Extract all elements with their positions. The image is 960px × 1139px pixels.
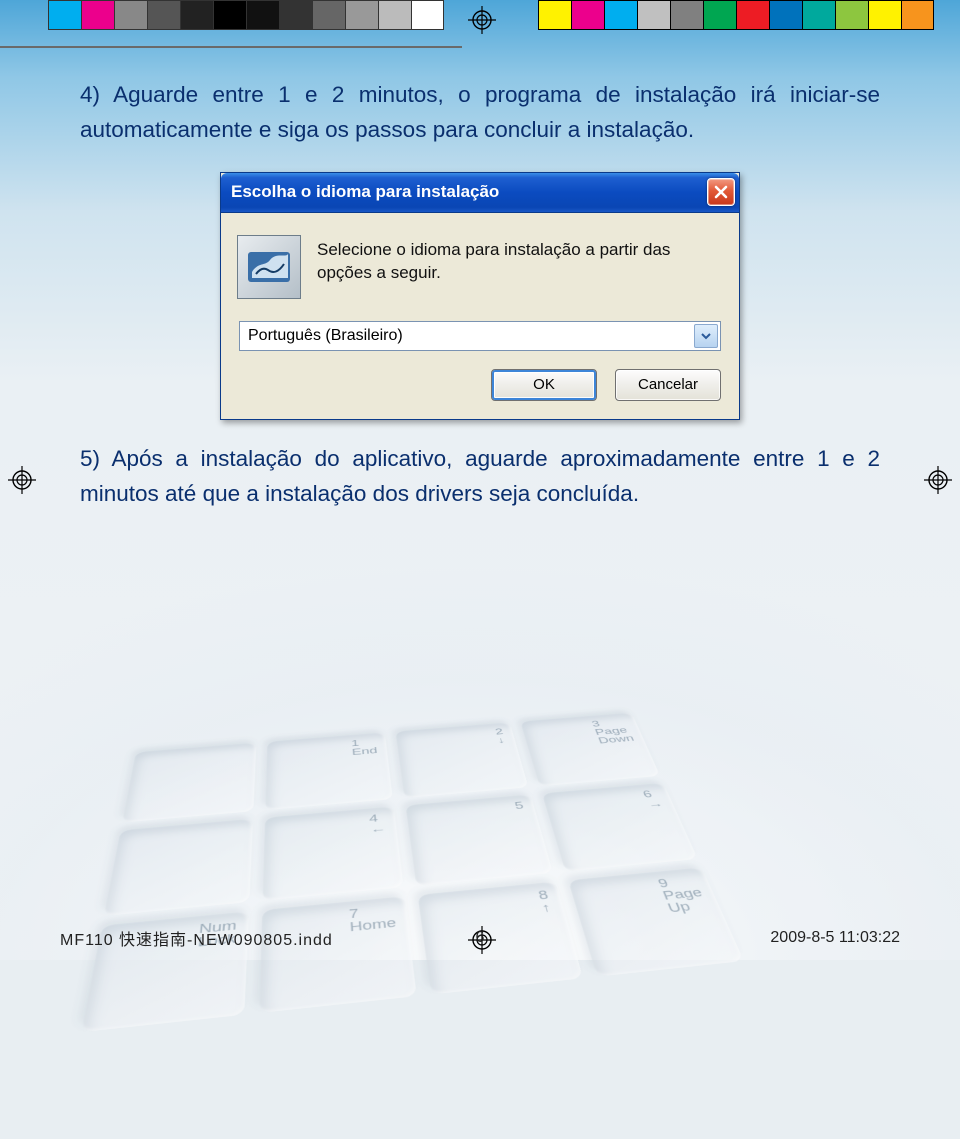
dialog-titlebar: Escolha o idioma para instalação — [221, 173, 739, 213]
print-colorbar-left — [48, 0, 444, 32]
screenshot-wrap: Escolha o idioma para instalação Selecio… — [80, 172, 880, 420]
close-icon — [713, 184, 729, 200]
footer-pagenum: 6 — [476, 929, 485, 947]
language-select-value: Português (Brasileiro) — [248, 327, 403, 345]
page-content: 4) Aguarde entre 1 e 2 minutos, o progra… — [0, 0, 960, 960]
registration-mark-top — [468, 6, 496, 34]
print-footer: MF110 快速指南-NEW090805.indd 6 2009-8-5 11:… — [60, 926, 900, 950]
step-4-text: 4) Aguarde entre 1 e 2 minutos, o progra… — [80, 78, 880, 148]
language-select[interactable]: Português (Brasileiro) — [239, 321, 721, 351]
footer-datetime: 2009-8-5 11:03:22 — [770, 929, 900, 947]
registration-mark-right — [924, 466, 952, 494]
step-5-text: 5) Após a instalação do aplicativo, agua… — [80, 442, 880, 512]
header-rule — [0, 46, 462, 48]
cancel-button[interactable]: Cancelar — [615, 369, 721, 401]
close-button[interactable] — [707, 178, 735, 206]
language-dialog: Escolha o idioma para instalação Selecio… — [220, 172, 740, 420]
print-colorbar-right — [538, 0, 934, 32]
registration-mark-left — [8, 466, 36, 494]
installer-icon — [237, 235, 301, 299]
dialog-message: Selecione o idioma para instalação a par… — [317, 235, 721, 299]
ok-button[interactable]: OK — [491, 369, 597, 401]
dialog-title: Escolha o idioma para instalação — [231, 182, 499, 202]
footer-filename: MF110 快速指南-NEW090805.indd — [60, 926, 333, 950]
chevron-down-icon — [694, 324, 718, 348]
